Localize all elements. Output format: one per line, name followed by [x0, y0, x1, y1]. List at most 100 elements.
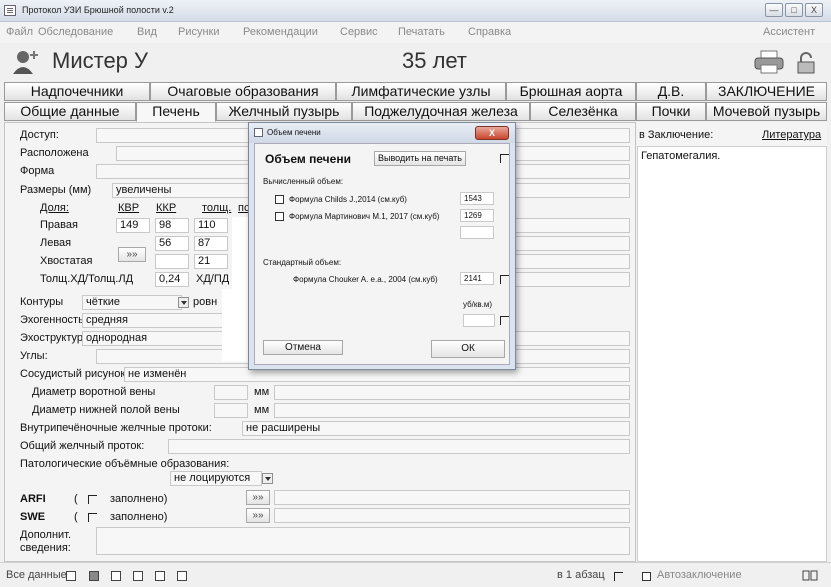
size-note-field-3[interactable]: [510, 254, 630, 269]
user-add-icon[interactable]: [12, 48, 42, 74]
status-icon-6[interactable]: [177, 571, 187, 581]
status-icon-5[interactable]: [155, 571, 165, 581]
tab-spleen[interactable]: Селезёнка: [530, 102, 636, 121]
tab-aorta[interactable]: Брюшная аорта: [506, 82, 636, 101]
ivc-field[interactable]: [214, 403, 248, 418]
tab-adrenals[interactable]: Надпочечники: [4, 82, 150, 101]
close-button[interactable]: X: [805, 3, 823, 17]
window-title: Протокол УЗИ Брюшной полости v.2: [22, 5, 174, 15]
dialog-title-bar: Объем печени X: [249, 123, 515, 143]
literature-link[interactable]: Литература: [762, 129, 821, 141]
echostructure-note-field[interactable]: [510, 331, 630, 346]
arfi-field[interactable]: [274, 490, 630, 505]
tab-kidneys[interactable]: Почки: [636, 102, 706, 121]
tab-conclusion[interactable]: ЗАКЛЮЧЕНИЕ: [706, 82, 827, 101]
tab-general[interactable]: Общие данные: [4, 102, 136, 121]
portal-vein-note[interactable]: [274, 385, 630, 400]
arfi-checkbox[interactable]: [88, 495, 97, 504]
paragraph-checkbox[interactable]: [614, 572, 623, 581]
status-icon-2[interactable]: [89, 571, 99, 581]
caudate-expand-button[interactable]: »»: [118, 247, 146, 262]
pathology-label: Патологические объёмные образования:: [20, 458, 230, 470]
swe-field[interactable]: [274, 508, 630, 523]
menu-print[interactable]: Печатать: [398, 26, 445, 38]
menu-service[interactable]: Сервис: [340, 26, 378, 38]
right-kkr-field[interactable]: 98: [155, 218, 189, 233]
formula-extra-value[interactable]: [460, 226, 494, 239]
arfi-more-button[interactable]: »»: [246, 490, 270, 505]
echogenicity-field[interactable]: средняя: [82, 313, 232, 328]
menu-assistant[interactable]: Ассистент: [763, 26, 815, 38]
formula2-value[interactable]: 1269: [460, 209, 494, 222]
ivc-note[interactable]: [274, 403, 630, 418]
tab-gallbladder[interactable]: Желчный пузырь: [216, 102, 352, 121]
bsa-checkbox[interactable]: [500, 316, 509, 325]
autoconclusion-checkbox[interactable]: [642, 572, 651, 581]
formula3-label: Формула Chouker A. e.a., 2004 (см.куб): [293, 275, 438, 284]
tab-pancreas[interactable]: Поджелудочная железа: [352, 102, 530, 121]
status-icon-3[interactable]: [111, 571, 121, 581]
lock-icon[interactable]: [796, 52, 816, 74]
menu-recommendations[interactable]: Рекомендации: [243, 26, 318, 38]
menu-file[interactable]: Файл: [6, 26, 33, 38]
dialog-close-button[interactable]: X: [475, 126, 509, 140]
ok-button[interactable]: ОК: [431, 340, 505, 358]
ducts-label: Внутрипечёночные желчные протоки:: [20, 422, 212, 434]
portal-vein-field[interactable]: [214, 385, 248, 400]
chevron-down-icon[interactable]: [262, 473, 273, 484]
print-output-button[interactable]: Выводить на печать: [374, 151, 466, 166]
dialog-body: Объем печени Выводить на печать Вычислен…: [254, 143, 510, 365]
status-icon-1[interactable]: [66, 571, 76, 581]
printer-icon[interactable]: [754, 50, 784, 74]
formula2-checkbox[interactable]: [275, 212, 284, 221]
echostructure-field[interactable]: однородная: [82, 331, 232, 346]
cancel-button[interactable]: Отмена: [263, 340, 343, 355]
left-kkr-field[interactable]: 56: [155, 236, 189, 251]
formula3-checkbox[interactable]: [500, 275, 509, 284]
title-bar: Протокол УЗИ Брюшной полости v.2 — □ X: [0, 0, 831, 22]
right-kvr-field[interactable]: 149: [116, 218, 150, 233]
ratio-field[interactable]: 0,24: [155, 272, 189, 287]
menu-help[interactable]: Справка: [468, 26, 511, 38]
menu-view[interactable]: Вид: [137, 26, 157, 38]
conclusion-text-box[interactable]: Гепатомегалия.: [637, 146, 827, 562]
bsa-value[interactable]: [463, 314, 495, 327]
tab-liver[interactable]: Печень: [136, 102, 216, 122]
extra-info-field[interactable]: [96, 527, 630, 555]
size-note-field-2[interactable]: [510, 236, 630, 251]
formula3-value[interactable]: 2141: [460, 272, 494, 285]
access-label: Доступ:: [20, 129, 59, 141]
tab-dv[interactable]: Д.В.: [636, 82, 706, 101]
menu-exam[interactable]: Обследование: [38, 26, 113, 38]
left-lobe-label: Левая: [40, 237, 72, 249]
arfi-paren: (: [74, 493, 78, 505]
tab-lymph-nodes[interactable]: Лимфатические узлы: [336, 82, 506, 101]
caudate-field[interactable]: [155, 254, 189, 269]
menu-pictures[interactable]: Рисунки: [178, 26, 220, 38]
chevron-down-icon[interactable]: [178, 297, 189, 308]
minimize-button[interactable]: —: [765, 3, 783, 17]
maximize-button[interactable]: □: [785, 3, 803, 17]
size-note-field-1[interactable]: [510, 218, 630, 233]
formula1-checkbox[interactable]: [275, 195, 284, 204]
pathology-select[interactable]: не лоцируются: [170, 471, 262, 486]
app-icon: [4, 5, 16, 16]
tab-bladder[interactable]: Мочевой пузырь: [706, 102, 827, 121]
left-thickness-field[interactable]: 87: [194, 236, 228, 251]
caudate-thickness-field[interactable]: 21: [194, 254, 228, 269]
book-icon[interactable]: [802, 569, 818, 581]
swe-more-button[interactable]: »»: [246, 508, 270, 523]
right-lobe-label: Правая: [40, 219, 78, 231]
status-icon-4[interactable]: [133, 571, 143, 581]
cbd-field[interactable]: [168, 439, 630, 454]
right-thickness-field[interactable]: 110: [194, 218, 228, 233]
tab-focal-lesions[interactable]: Очаговые образования: [150, 82, 336, 101]
print-output-checkbox[interactable]: [500, 154, 509, 163]
conclusion-text: Гепатомегалия.: [641, 150, 721, 162]
swe-checkbox[interactable]: [88, 513, 97, 522]
formula1-value[interactable]: 1543: [460, 192, 494, 205]
size-note-field-4[interactable]: [510, 272, 630, 287]
contours-select[interactable]: чёткие: [82, 295, 182, 310]
ducts-field[interactable]: не расширены: [242, 421, 630, 436]
all-data-label: Все данные: [6, 569, 67, 581]
